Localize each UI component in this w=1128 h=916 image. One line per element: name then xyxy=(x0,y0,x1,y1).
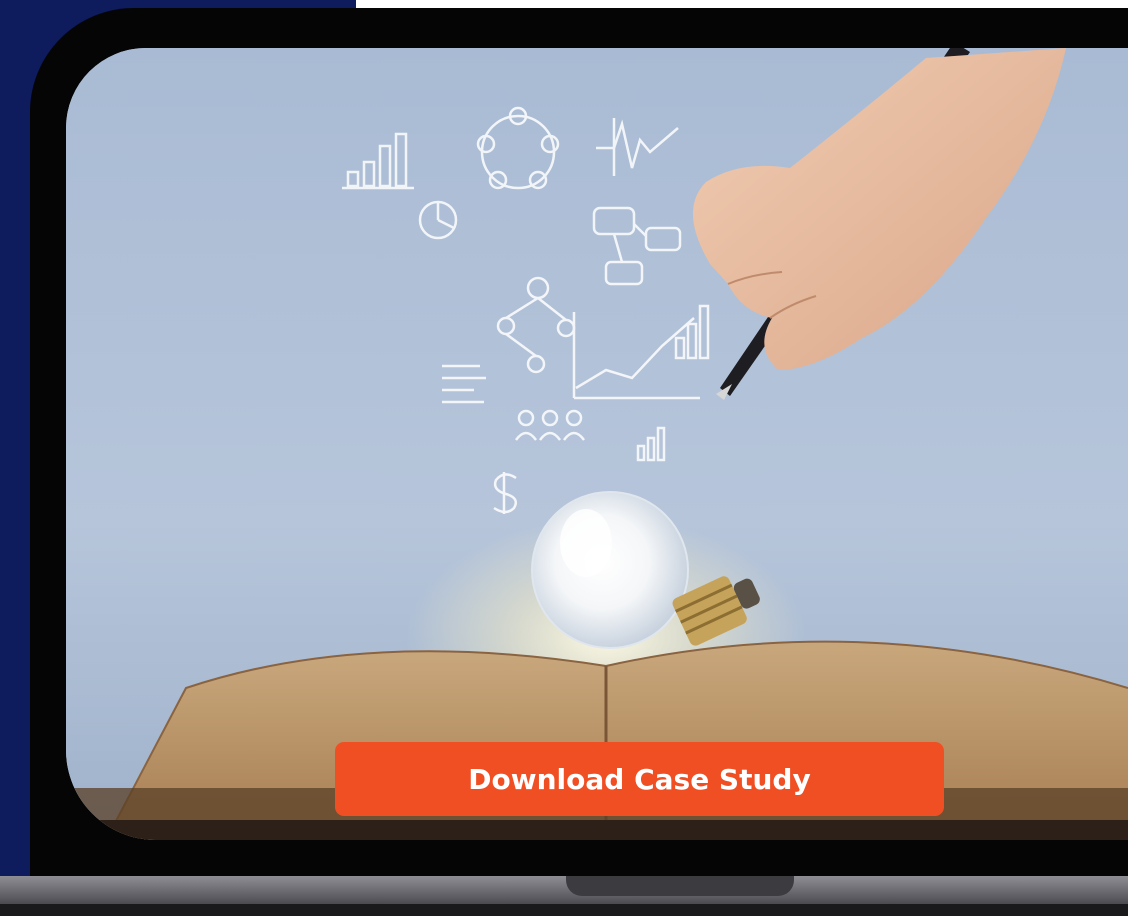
laptop-opening-notch xyxy=(566,876,794,896)
download-case-study-button[interactable]: Download Case Study xyxy=(335,742,944,816)
laptop-base-edge xyxy=(0,904,1128,916)
hero-illustration xyxy=(66,48,1128,840)
laptop-screen-hero-image xyxy=(66,48,1128,840)
